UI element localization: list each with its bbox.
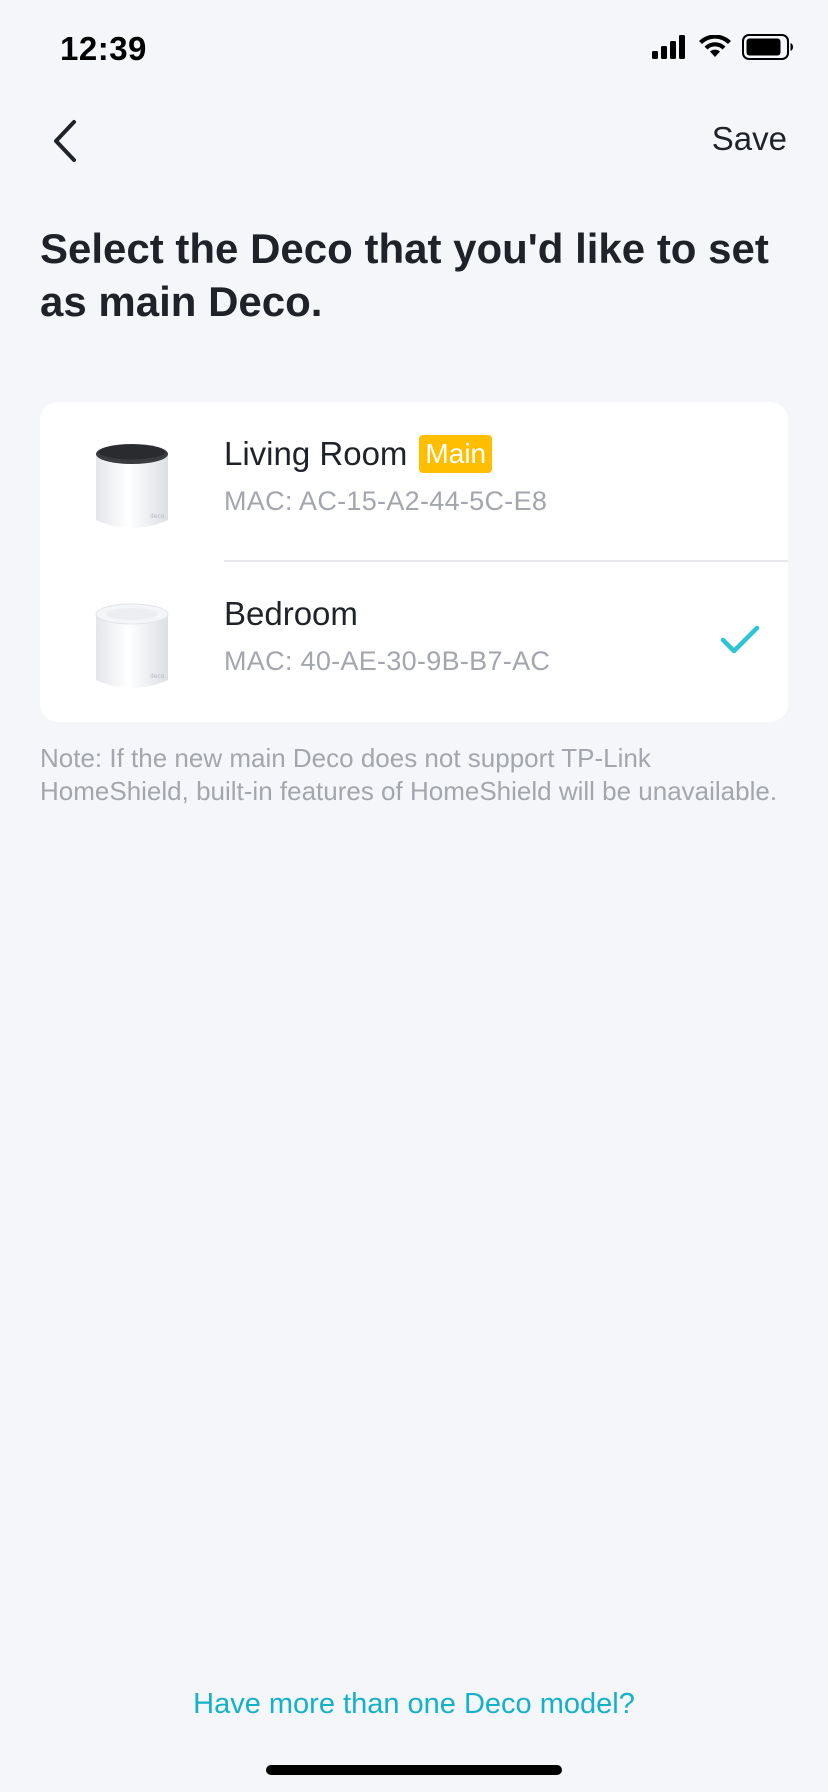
device-list: deco Living Room Main MAC: AC-15-A2-44-5…: [40, 402, 788, 722]
device-name-line: Living Room Main: [224, 434, 493, 474]
status-icons: [652, 34, 794, 60]
more-deco-models-link[interactable]: Have more than one Deco model?: [0, 1688, 828, 1721]
save-button[interactable]: Save: [712, 120, 787, 158]
device-row-living-room[interactable]: deco Living Room Main MAC: AC-15-A2-44-5…: [40, 402, 788, 562]
nav-bar: Save: [0, 100, 828, 180]
deco-device-image: deco: [96, 444, 168, 528]
wifi-icon: [699, 35, 731, 57]
svg-text:deco: deco: [150, 673, 165, 680]
device-mac: MAC: 40-AE-30-9B-B7-AC: [224, 646, 551, 676]
status-time: 12:39: [60, 30, 147, 67]
svg-text:deco: deco: [150, 513, 165, 520]
battery-icon: [742, 34, 793, 60]
note-text: Note: If the new main Deco does not supp…: [40, 743, 778, 806]
page-title: Select the Deco that you'd like to set a…: [40, 225, 769, 325]
back-button[interactable]: [40, 116, 90, 166]
main-badge: Main: [419, 435, 493, 473]
device-name: Living Room: [224, 435, 408, 472]
home-indicator: [266, 1765, 562, 1775]
deco-device-image: deco: [95, 603, 169, 688]
device-name: Bedroom: [224, 595, 358, 632]
chevron-left-icon: [54, 120, 76, 162]
device-mac: MAC: AC-15-A2-44-5C-E8: [224, 486, 548, 516]
cellular-signal-icon: [652, 35, 685, 59]
device-name-line: Bedroom: [224, 594, 358, 634]
checkmark-icon: [720, 625, 760, 654]
device-row-bedroom[interactable]: deco Bedroom MAC: 40-AE-30-9B-B7-AC: [40, 562, 788, 722]
status-bar: 12:39: [0, 0, 828, 100]
